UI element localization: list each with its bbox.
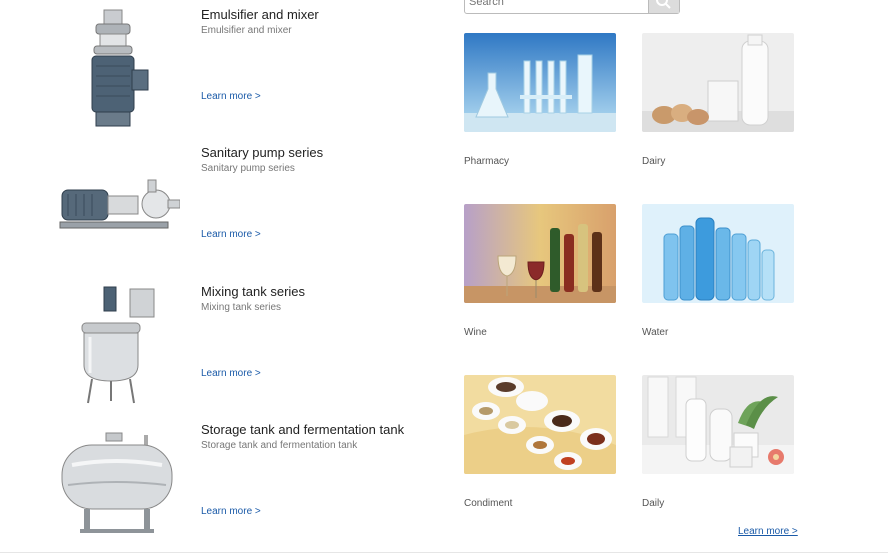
product-item-mixing-tank: Mixing tank series Mixing tank series Le… bbox=[0, 279, 420, 414]
learn-more-link[interactable]: Learn more > bbox=[201, 506, 261, 517]
learn-more-link[interactable]: Learn more > bbox=[201, 229, 261, 240]
daily-image bbox=[642, 375, 794, 474]
dairy-image bbox=[642, 33, 794, 132]
product-title: Emulsifier and mixer bbox=[201, 7, 319, 22]
search-bar bbox=[464, 0, 680, 14]
storage-tank-image bbox=[61, 432, 173, 533]
category-label: Daily bbox=[642, 498, 665, 509]
mixing-tank-image bbox=[81, 286, 155, 404]
water-image bbox=[642, 204, 794, 303]
category-wine[interactable]: Wine bbox=[464, 204, 616, 338]
category-daily[interactable]: Daily bbox=[642, 375, 794, 509]
search-input[interactable] bbox=[465, 0, 653, 13]
divider bbox=[0, 552, 888, 553]
category-label: Water bbox=[642, 327, 669, 338]
product-item-emulsifier: Emulsifier and mixer Emulsifier and mixe… bbox=[0, 2, 420, 137]
product-title: Sanitary pump series bbox=[201, 145, 324, 160]
product-subtitle: Mixing tank series bbox=[201, 302, 282, 313]
search-button[interactable] bbox=[648, 0, 679, 13]
product-subtitle: Storage tank and fermentation tank bbox=[201, 440, 358, 451]
category-label: Pharmacy bbox=[464, 156, 510, 167]
product-subtitle: Emulsifier and mixer bbox=[201, 25, 292, 36]
learn-more-link[interactable]: Learn more > bbox=[738, 526, 798, 537]
category-condiment[interactable]: Condiment bbox=[464, 375, 616, 509]
search-icon bbox=[656, 0, 671, 9]
category-pharmacy[interactable]: Pharmacy bbox=[464, 33, 616, 167]
product-title: Mixing tank series bbox=[201, 284, 306, 299]
category-dairy[interactable]: Dairy bbox=[642, 33, 794, 167]
product-subtitle: Sanitary pump series bbox=[201, 163, 295, 174]
learn-more-link[interactable]: Learn more > bbox=[201, 368, 261, 379]
category-label: Wine bbox=[464, 327, 487, 338]
product-title: Storage tank and fermentation tank bbox=[201, 422, 405, 437]
wine-image bbox=[464, 204, 616, 303]
category-label: Condiment bbox=[464, 498, 513, 509]
condiment-image bbox=[464, 375, 616, 474]
emulsifier-image bbox=[91, 9, 149, 127]
sanitary-pump-image bbox=[59, 179, 180, 229]
category-label: Dairy bbox=[642, 156, 666, 167]
learn-more-link[interactable]: Learn more > bbox=[201, 91, 261, 102]
product-item-sanitary-pump: Sanitary pump series Sanitary pump serie… bbox=[0, 140, 420, 275]
pharmacy-image bbox=[464, 33, 616, 132]
product-item-storage-tank: Storage tank and fermentation tank Stora… bbox=[0, 417, 420, 552]
category-water[interactable]: Water bbox=[642, 204, 794, 338]
